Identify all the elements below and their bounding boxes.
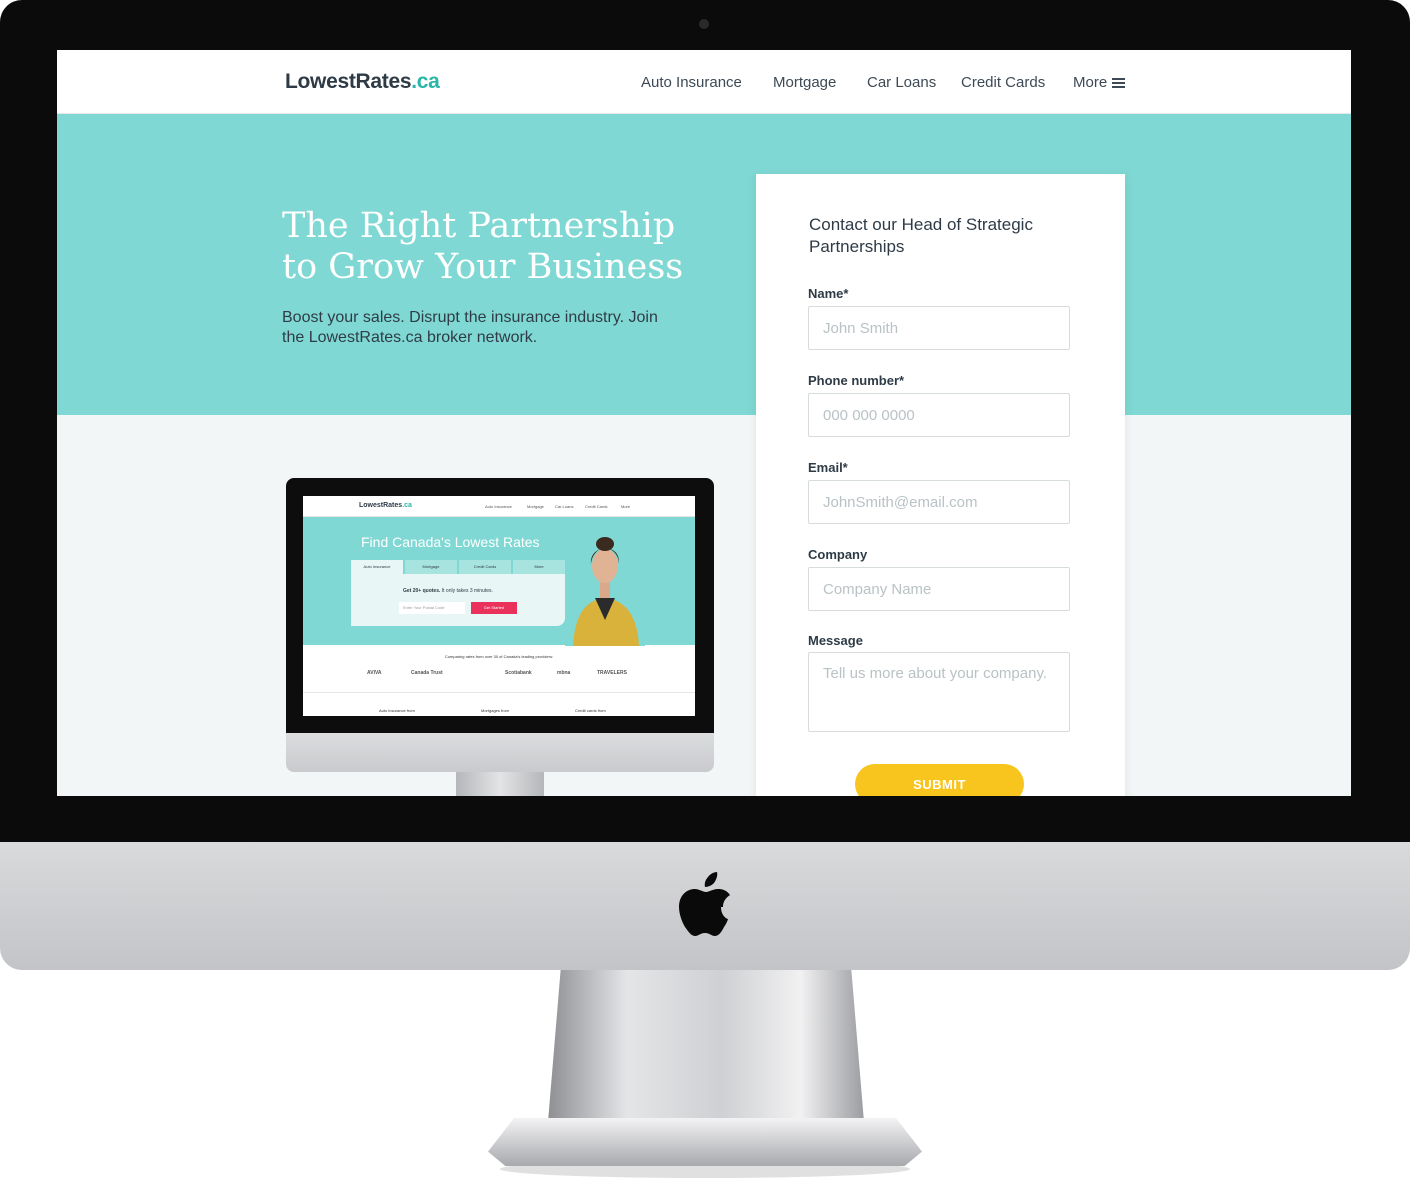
monitor-stand-neck — [548, 970, 864, 1122]
phone-input[interactable] — [808, 393, 1070, 437]
hero-title: The Right Partnership to Grow Your Busin… — [282, 206, 752, 288]
email-input[interactable] — [808, 480, 1070, 524]
mini-nav-link: More — [621, 504, 631, 509]
nav-link-mortgage[interactable]: Mortgage — [773, 74, 836, 91]
logo-tld-text: .ca — [411, 70, 440, 93]
mini-tab: Mortgage — [405, 560, 457, 574]
mini-nav-link: Credit Cards — [585, 504, 608, 509]
mini-provider-logo: Scotiabank — [505, 670, 532, 676]
nav-link-credit-cards[interactable]: Credit Cards — [961, 74, 1045, 91]
website-screen: LowestRates.ca Auto Insurance Mortgage C… — [57, 50, 1351, 796]
mini-footer-label: Auto insurance from — [379, 708, 415, 713]
name-input[interactable] — [808, 306, 1070, 350]
nav-link-auto-insurance[interactable]: Auto Insurance — [641, 74, 742, 91]
mini-quotes-bold: Get 20+ quotes. — [403, 588, 441, 594]
mini-quote-panel — [351, 574, 565, 626]
form-title-line-1: Contact our Head of Strategic — [809, 215, 1033, 234]
contact-form-card: Contact our Head of Strategic Partnershi… — [756, 174, 1125, 796]
mini-get-started-button: Get Started — [471, 602, 517, 614]
hero-subtitle-line-2: the LowestRates.ca broker network. — [282, 329, 538, 346]
monitor-stand-base — [488, 1118, 922, 1166]
message-label: Message — [808, 633, 863, 648]
mini-tab: Auto Insurance — [351, 560, 403, 574]
nav-link-car-loans[interactable]: Car Loans — [867, 74, 936, 91]
name-label: Name* — [808, 286, 849, 301]
hero-title-line-2: to Grow Your Business — [282, 247, 684, 287]
mini-logo-tld: .ca — [402, 502, 412, 509]
mini-monitor-chin — [286, 733, 714, 772]
mini-divider — [303, 692, 695, 693]
mini-provider-logo: TRAVELERS — [597, 670, 627, 676]
mini-website-preview: LowestRates.ca Auto Insurance Mortgage C… — [303, 496, 695, 716]
submit-button[interactable]: SUBMIT — [855, 764, 1024, 796]
nav-link-more[interactable]: More — [1073, 74, 1107, 91]
company-label: Company — [808, 547, 868, 562]
mini-provider-logo: AVIVA — [367, 670, 382, 676]
mini-logo-main: LowestRates — [359, 502, 403, 509]
mini-hero-title: Find Canada's Lowest Rates — [361, 534, 540, 550]
mini-footer-label: Credit cards from — [575, 708, 606, 713]
message-textarea[interactable] — [808, 652, 1070, 732]
apple-logo-icon — [679, 872, 730, 936]
mini-nav-link: Car Loans — [555, 504, 574, 509]
hero-subtitle-line-1: Boost your sales. Disrupt the insurance … — [282, 309, 658, 326]
hero-subtitle: Boost your sales. Disrupt the insurance … — [282, 308, 722, 348]
mini-nav-link: Auto Insurance — [485, 504, 512, 509]
person-photo — [565, 520, 645, 646]
mini-tab: More — [513, 560, 565, 574]
top-navbar: LowestRates.ca Auto Insurance Mortgage C… — [57, 50, 1351, 114]
mini-footer-label: Mortgages from — [481, 708, 510, 713]
mini-quotes-text: Get 20+ quotes. It only takes 3 minutes. — [403, 588, 493, 594]
mini-provider-logo: Canada Trust — [411, 670, 443, 676]
mini-monitor-stand — [456, 772, 544, 796]
camera-dot — [699, 19, 709, 29]
site-logo[interactable]: LowestRates.ca — [285, 70, 440, 94]
mini-nav-link: Mortgage — [527, 504, 544, 509]
mini-provider-logo: mbna — [557, 670, 571, 676]
mini-tab: Credit Cards — [459, 560, 511, 574]
logo-main-text: LowestRates — [285, 70, 412, 93]
mini-quotes-rest: It only takes 3 minutes. — [440, 588, 493, 594]
mini-providers-caption: Comparing rates from over 30 of Canada's… — [444, 654, 554, 659]
form-title: Contact our Head of Strategic Partnershi… — [809, 214, 1089, 258]
hero-title-line-1: The Right Partnership — [282, 206, 676, 246]
mini-tabs: Auto Insurance Mortgage Credit Cards Mor… — [351, 560, 565, 574]
form-title-line-2: Partnerships — [809, 237, 905, 256]
mini-postal-input: Enter Your Postal Code — [399, 602, 465, 614]
phone-label: Phone number* — [808, 373, 905, 388]
hamburger-icon[interactable] — [1112, 78, 1125, 88]
company-input[interactable] — [808, 567, 1070, 611]
mini-logo: LowestRates.ca — [359, 502, 412, 509]
email-label: Email* — [808, 460, 848, 475]
